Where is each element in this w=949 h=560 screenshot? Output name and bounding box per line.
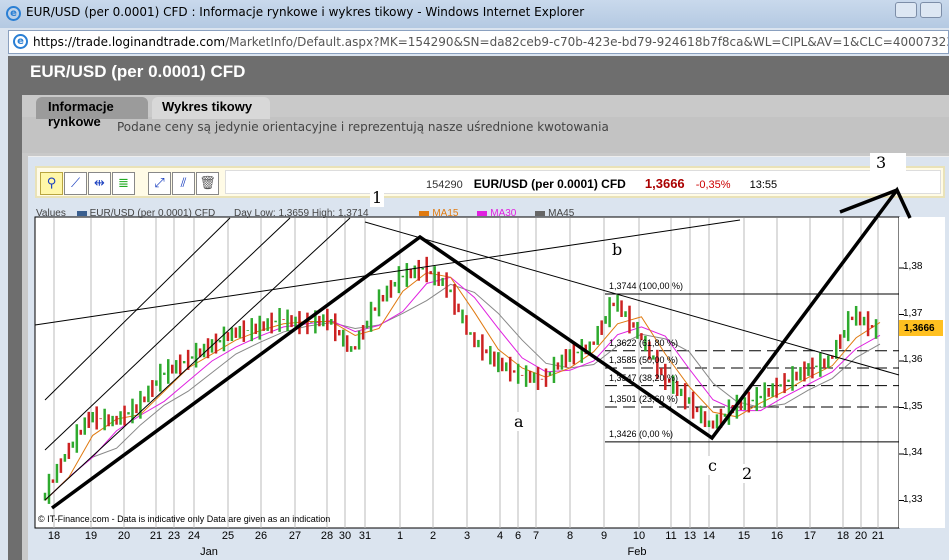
legend-ma45-label: MA45 <box>548 208 575 219</box>
x-tick-label: 18 <box>836 530 850 542</box>
chart-footer: © IT-Finance.com - Data is indicative on… <box>38 514 331 524</box>
month-label: Jan <box>200 546 218 558</box>
chart-legend: Values EUR/USD (per 0.0001) CFD Day Low:… <box>36 208 590 219</box>
x-tick-label: 25 <box>221 530 235 542</box>
x-tick-label: 13 <box>683 530 697 542</box>
legend-ma30-label: MA30 <box>490 208 517 219</box>
month-label: Feb <box>627 546 647 558</box>
y-tick-label: 1,37 <box>903 307 923 319</box>
x-tick-label: 14 <box>702 530 716 542</box>
x-tick-label: 8 <box>566 530 574 542</box>
ma30-swatch-icon <box>477 210 488 216</box>
x-tick-label: 3 <box>463 530 471 542</box>
x-tick-label: 24 <box>187 530 201 542</box>
x-tick-label: 28 <box>320 530 334 542</box>
fib-level-label: 1,3585 (50,00 %) <box>609 354 679 365</box>
x-tick-label: 26 <box>254 530 268 542</box>
x-tick-label: 27 <box>288 530 302 542</box>
x-tick-label: 31 <box>358 530 372 542</box>
legend-values: Values <box>36 208 66 219</box>
x-tick-label: 9 <box>600 530 608 542</box>
price-chart[interactable] <box>0 0 949 560</box>
fib-level-label: 1,3547 (38,20 %) <box>609 372 679 383</box>
x-tick-label: 16 <box>770 530 784 542</box>
y-tick-label: 1,33 <box>903 493 923 505</box>
legend-ma30: MA30 <box>477 208 524 219</box>
current-price-label: 1,3666 <box>904 323 935 335</box>
x-tick-label: 18 <box>47 530 61 542</box>
x-tick-label: 11 <box>665 530 677 542</box>
x-tick-label: 17 <box>803 530 817 542</box>
wave-label-a: a <box>512 412 526 431</box>
legend-ma15: MA15 <box>419 208 466 219</box>
x-tick-label: 7 <box>532 530 540 542</box>
x-tick-label: 15 <box>737 530 751 542</box>
y-tick-label: 1,38 <box>903 261 923 272</box>
legend-ma45: MA45 <box>535 208 582 219</box>
x-tick-label: 19 <box>84 530 98 542</box>
legend-series: EUR/USD (per 0.0001) CFD <box>76 208 224 219</box>
x-tick-label: 4 <box>496 530 504 542</box>
x-tick-label: 10 <box>632 530 646 542</box>
y-tick-label: 1,35 <box>903 400 923 412</box>
wave-label-c: c <box>706 456 719 475</box>
wave-label-b: b <box>610 240 625 259</box>
legend-day-range: Day Low: 1,3659 High: 1,3714 <box>234 208 369 219</box>
x-tick-label: 21 <box>871 530 885 542</box>
legend-ma15-label: MA15 <box>432 208 459 219</box>
x-tick-label: 21 <box>149 530 163 542</box>
x-tick-label: 2 <box>429 530 437 542</box>
legend-series-label: EUR/USD (per 0.0001) CFD <box>89 208 216 219</box>
fib-level-label: 1,3426 (0,00 %) <box>609 428 674 439</box>
x-tick-label: 1 <box>396 530 404 542</box>
fib-level-label: 1,3501 (23,60 %) <box>609 394 679 405</box>
wave-label-3: 3 <box>870 153 907 180</box>
x-tick-label: 23 <box>167 530 181 542</box>
x-tick-label: 20 <box>117 530 131 542</box>
fib-level-label: 1,3744 (100,00 %) <box>609 281 684 292</box>
x-tick-label: 30 <box>338 530 352 542</box>
y-tick-label: 1,36 <box>903 354 923 365</box>
fib-level-label: 1,3622 (61,80 %) <box>609 337 679 348</box>
wave-label-1: 1 <box>370 188 385 207</box>
y-tick-label: 1,34 <box>903 447 923 458</box>
wave-label-2: 2 <box>740 464 755 483</box>
ma15-swatch-icon <box>419 210 430 216</box>
ma45-swatch-icon <box>535 210 546 216</box>
series-swatch-icon <box>76 210 87 216</box>
x-tick-label: 20 <box>854 530 868 542</box>
x-tick-label: 6 <box>514 530 522 542</box>
